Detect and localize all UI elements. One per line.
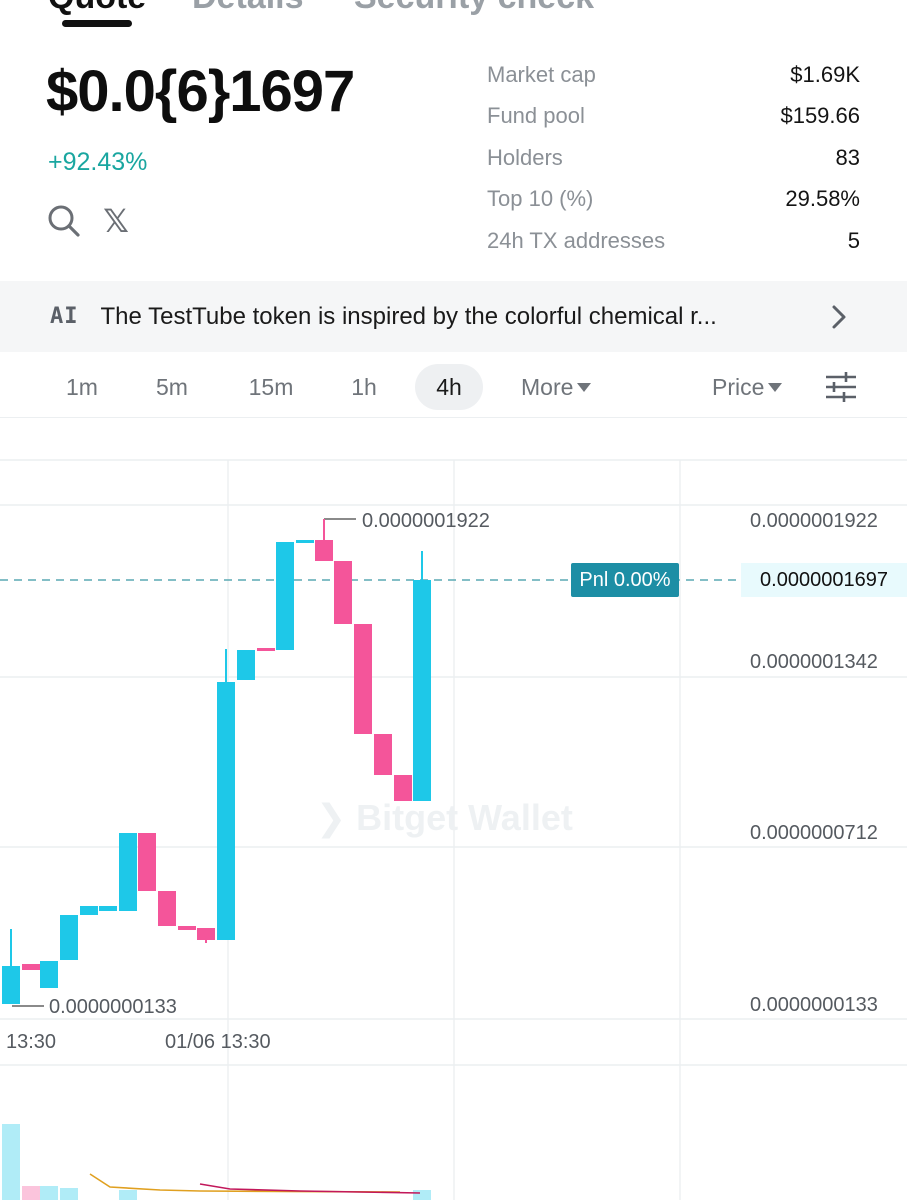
candle-down [138,833,156,891]
candle-up [119,833,137,911]
price-mode-label: Price [712,374,765,400]
x-icon[interactable]: 𝕏 [98,203,134,239]
more-label: More [521,374,574,400]
chart-settings-icon[interactable] [824,372,858,402]
ai-icon: AI [50,304,79,329]
candle-down [334,561,352,624]
price-change: +92.43% [48,148,148,176]
stat-value: $159.66 [780,103,860,129]
candlestick-chart[interactable]: ❯ Bitget Wallet 0.0000001922 0.000000013… [0,419,907,1200]
low-price-label: 0.0000000133 [49,996,177,1018]
candle-up [99,906,117,911]
caret-down-icon [768,383,783,392]
timeframe-15m[interactable]: 15m [238,364,304,410]
more-timeframes-dropdown[interactable]: More [521,364,592,410]
candle-up [40,961,58,988]
y-axis-label: 0.0000001342 [750,651,878,673]
candle-up [237,650,255,680]
quote-actions: 𝕏 [46,203,134,239]
x-axis-label: 01/06 13:30 [165,1031,271,1053]
candle-up [60,915,78,960]
pnl-tag: Pnl 0.00% [571,563,679,597]
search-icon[interactable] [46,203,82,239]
volume-bar [40,1186,58,1200]
candle-down [315,540,333,561]
tab-quote[interactable]: Quote [48,0,146,17]
volume-bar [2,1124,20,1200]
candle-down [374,734,392,775]
stat-label: Market cap [487,61,596,87]
caret-down-icon [577,383,592,392]
ai-summary-banner[interactable]: AI The TestTube token is inspired by the… [0,281,907,352]
token-stats: Market cap $1.69K Fund pool $159.66 Hold… [487,54,860,262]
stat-label: Top 10 (%) [487,186,594,212]
candle-down [257,648,275,651]
y-axis-label: 0.0000000712 [750,822,878,844]
stat-value: 29.58% [785,186,860,212]
stat-label: Fund pool [487,103,585,129]
stat-label: Holders [487,144,563,170]
stat-holders: Holders 83 [487,137,860,179]
ai-summary-text: The TestTube token is inspired by the co… [100,302,717,330]
candle-up [217,682,235,940]
tab-details[interactable]: Details [192,0,304,17]
volume-bar [60,1188,78,1200]
candles [2,519,431,1004]
chevron-right-icon[interactable] [827,303,851,331]
stat-24h-tx: 24h TX addresses 5 [487,220,860,262]
high-price-label: 0.0000001922 [362,510,490,532]
y-axis-label: 0.0000000133 [750,994,878,1016]
stat-value: $1.69K [790,61,860,87]
stat-fund-pool: Fund pool $159.66 [487,96,860,138]
volume-bars [2,1124,431,1200]
timeframe-4h[interactable]: 4h [415,364,483,410]
timeframe-1m[interactable]: 1m [52,364,112,410]
stat-value: 5 [847,227,860,253]
token-price: $0.0{6}1697 [46,59,355,124]
candle-up [296,540,314,543]
y-axis-label: 0.0000001922 [750,510,878,532]
candle-up [2,966,20,1004]
candle-down [22,964,40,970]
candle-up [80,906,98,915]
volume-bar [119,1190,137,1200]
candle-down [354,624,372,734]
candle-down [197,928,215,940]
stat-market-cap: Market cap $1.69K [487,54,860,96]
timeframe-5m[interactable]: 5m [142,364,202,410]
top-tabs: Quote Details Security check [0,0,907,30]
current-price-tag: 0.0000001697 [741,563,907,597]
tab-security-check[interactable]: Security check [354,0,594,17]
stat-label: 24h TX addresses [487,227,666,253]
x-axis-label: 13:30 [6,1031,57,1053]
candle-up [413,580,431,801]
volume-bar [413,1190,431,1200]
bitget-wallet-watermark: ❯ Bitget Wallet [316,797,573,838]
candle-down [178,926,196,930]
timeframe-bar: 1m 5m 15m 1h 4h More Price [0,358,907,418]
price-mode-dropdown[interactable]: Price [712,364,783,410]
volume-bar [22,1186,40,1200]
stat-value: 83 [835,144,860,170]
active-tab-indicator [62,20,132,27]
candle-up [276,542,294,650]
candle-down [158,891,176,926]
stat-top10: Top 10 (%) 29.58% [487,179,860,221]
timeframe-1h[interactable]: 1h [334,364,394,410]
